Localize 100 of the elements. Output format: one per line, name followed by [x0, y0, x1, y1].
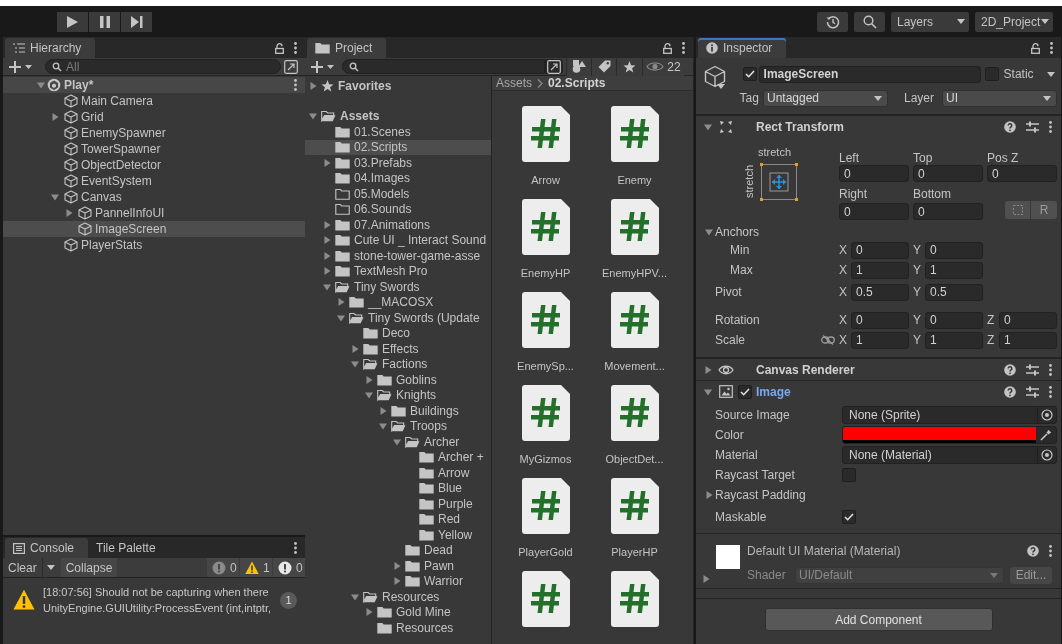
hierarchy-row[interactable]: ImageScreen [3, 221, 305, 237]
caret-right-icon[interactable] [323, 251, 331, 260]
caret-right-icon[interactable] [705, 491, 713, 499]
log-entry[interactable]: [18:07:56] Should not be capturing when there UnityEngine.GUIUtility:ProcessEvent (int,intptr, 1 [3, 578, 305, 616]
more-icon[interactable] [1050, 42, 1053, 54]
more-icon[interactable] [294, 79, 297, 91]
folder-row[interactable]: __MACOSX [305, 294, 491, 310]
script-file-icon[interactable] [610, 385, 659, 441]
number-field[interactable]: 0 [913, 203, 983, 220]
caret-down-icon[interactable] [365, 391, 373, 400]
number-field[interactable]: 1 [999, 331, 1057, 349]
hierarchy-row[interactable]: EnemySpawner [3, 125, 305, 141]
number-field[interactable]: 0.5 [851, 283, 909, 301]
component-header[interactable]: Canvas Renderer [696, 358, 1061, 380]
panel-tab[interactable]: Project [307, 38, 387, 58]
lock-icon[interactable] [275, 42, 284, 54]
folder-row[interactable]: Goblins [305, 372, 491, 388]
object-picker-icon[interactable] [1041, 449, 1053, 461]
folder-row[interactable]: TextMesh Pro [305, 263, 491, 279]
enabled-checkbox[interactable] [738, 384, 752, 399]
script-file-icon[interactable] [521, 292, 570, 348]
caret-right-icon[interactable] [351, 344, 359, 353]
lock-icon[interactable] [1031, 42, 1040, 54]
collapse-button[interactable]: Collapse [60, 558, 118, 577]
caret-down-icon[interactable] [309, 112, 317, 121]
component-header[interactable]: Rect Transform [696, 115, 1061, 137]
object-field[interactable]: None (Material) [842, 446, 1057, 464]
caret-right-icon[interactable] [393, 577, 401, 586]
lock-icon[interactable] [663, 42, 672, 54]
add-icon[interactable] [311, 60, 335, 73]
layers-dropdown[interactable]: Layers [891, 11, 969, 32]
cube-icon[interactable] [704, 65, 728, 89]
caret-right-icon[interactable] [323, 220, 331, 229]
folder-row[interactable]: Troops [305, 418, 491, 434]
more-icon[interactable] [1049, 545, 1052, 557]
folder-row[interactable]: 02.Scripts [305, 139, 491, 155]
hierarchy-row[interactable]: Canvas [3, 189, 305, 205]
folder-row[interactable]: Tiny Swords (Update [305, 310, 491, 326]
number-field[interactable]: 0 [925, 241, 983, 259]
hierarchy-row[interactable]: Main Camera [3, 93, 305, 109]
caret-down-icon[interactable] [393, 437, 401, 446]
folder-row[interactable]: Purple [305, 496, 491, 512]
caret-down-icon[interactable] [337, 313, 345, 322]
add-component-button[interactable]: Add Component [764, 608, 993, 631]
script-file-icon[interactable] [610, 571, 659, 627]
scene-row[interactable]: Play* [3, 77, 305, 93]
warning-count-button[interactable]: 1 [240, 558, 272, 577]
color-field[interactable] [842, 426, 1057, 444]
layout-dropdown[interactable]: 2D_Project [975, 11, 1053, 32]
step-button[interactable] [121, 11, 152, 32]
hierarchy-row[interactable]: Grid [3, 109, 305, 125]
pause-button[interactable] [89, 11, 120, 32]
caret-right-icon[interactable] [337, 298, 345, 307]
number-field[interactable]: 0 [839, 165, 909, 182]
panel-tab[interactable]: Console [5, 538, 89, 558]
number-field[interactable]: 1 [851, 261, 909, 279]
help-icon[interactable] [1004, 385, 1016, 398]
caret-down-icon[interactable] [705, 228, 713, 236]
folder-row[interactable]: Knights [305, 387, 491, 403]
popout-icon[interactable] [547, 59, 561, 74]
caret-down-icon[interactable] [704, 122, 712, 131]
folder-row[interactable]: Assets [305, 108, 491, 124]
hierarchy-row[interactable]: PlayerStats [3, 237, 305, 253]
favorites-row[interactable]: Favorites [305, 78, 491, 94]
number-field[interactable]: 0 [913, 165, 983, 182]
script-file-icon[interactable] [521, 478, 570, 534]
more-icon[interactable] [294, 542, 297, 554]
object-field[interactable]: None (Sprite) [842, 406, 1057, 424]
script-file-icon[interactable] [610, 199, 659, 255]
number-field[interactable]: 1 [925, 331, 983, 349]
folder-row[interactable]: Blue [305, 480, 491, 496]
script-file-icon[interactable] [610, 292, 659, 348]
broken-link-icon[interactable] [821, 335, 835, 345]
presets-icon[interactable] [1026, 120, 1039, 133]
caret-right-icon[interactable] [704, 365, 712, 374]
script-file-icon[interactable] [610, 106, 659, 162]
popout-icon[interactable] [284, 59, 298, 74]
folder-row[interactable]: 06.Sounds [305, 201, 491, 217]
add-icon[interactable] [9, 60, 33, 73]
number-field[interactable]: 0 [839, 203, 909, 220]
folder-row[interactable]: Dead [305, 542, 491, 558]
folder-row[interactable]: stone-tower-game-asse [305, 248, 491, 264]
caret-down-icon[interactable] [351, 592, 359, 601]
help-icon[interactable] [1004, 120, 1016, 133]
script-file-icon[interactable] [521, 385, 570, 441]
component-header[interactable]: Image [696, 380, 1061, 402]
folder-row[interactable]: Effects [305, 341, 491, 357]
caret-down-icon[interactable] [323, 282, 331, 291]
hierarchy-row[interactable]: ObjectDetector [3, 157, 305, 173]
hierarchy-row[interactable]: PannelInfoUI [3, 205, 305, 221]
script-file-icon[interactable] [521, 106, 570, 162]
layer-dropdown[interactable]: UI [942, 89, 1057, 107]
caret-right-icon[interactable] [65, 209, 73, 217]
checkbox[interactable] [842, 468, 856, 482]
folder-row[interactable]: 04.Images [305, 170, 491, 186]
presets-icon[interactable] [1026, 363, 1039, 376]
help-icon[interactable] [1027, 545, 1039, 557]
script-file-icon[interactable] [521, 199, 570, 255]
more-icon[interactable] [682, 42, 685, 54]
caret-down-icon[interactable] [51, 193, 59, 201]
